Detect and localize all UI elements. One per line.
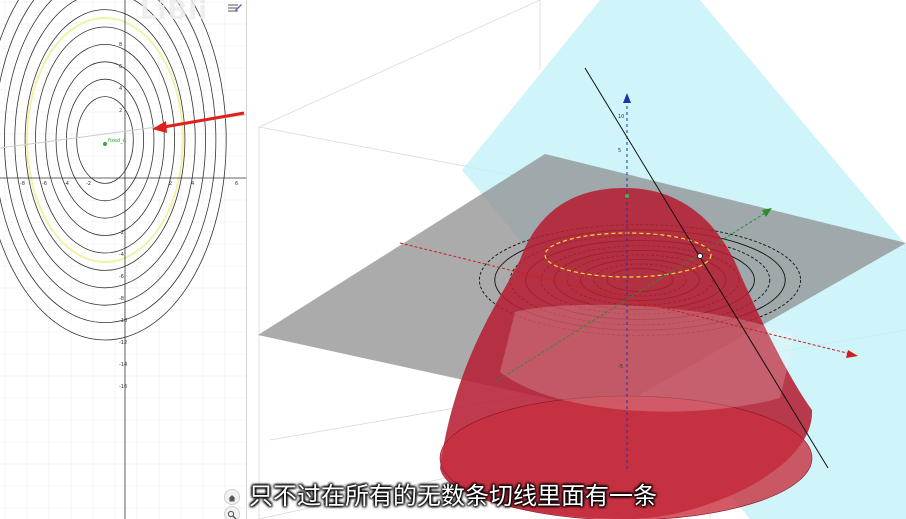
x-tick-label: 6 — [235, 181, 238, 187]
apex-point — [625, 194, 629, 198]
svg-text:10: 10 — [618, 114, 624, 120]
video-subtitle: 只不过在所有的无数条切线里面有一条 — [249, 482, 657, 510]
x-tick-label: -4 — [64, 181, 69, 187]
level-curve — [45, 44, 165, 236]
tangent-point — [697, 253, 703, 259]
contour-plot[interactable]: -8 -6 -4 -2 2 4 6 8 6 4 2 -2 -4 -6 -8 -10 -12 -14 -16 fix… — [0, 0, 246, 519]
x-tick-label: -2 — [86, 181, 91, 187]
fixed-point — [103, 142, 107, 146]
y-tick-label: -16 — [119, 384, 127, 390]
y-tick-label: 8 — [119, 42, 122, 48]
y-tick-label: -2 — [119, 230, 124, 236]
level-curve — [0, 0, 227, 341]
svg-text:5: 5 — [618, 148, 621, 154]
watermark-logo: LiBli — [140, 0, 209, 26]
y-tick-label: 2 — [119, 108, 122, 114]
point-label: fixed_A — [108, 138, 127, 144]
x-tick-label: -6 — [42, 181, 47, 187]
graphics-2d-view[interactable]: -8 -6 -4 -2 2 4 6 8 6 4 2 -2 -4 -6 -8 -10 -12 -14 -16 fix… — [0, 0, 246, 519]
scene-3d[interactable]: 10 5 -5 — [247, 0, 906, 519]
x-tick-label: 4 — [191, 181, 194, 187]
y-tick-label: -10 — [119, 318, 127, 324]
y-tick-label: 6 — [119, 64, 122, 70]
x-tick-label: -8 — [20, 181, 25, 187]
annotation-arrow — [163, 111, 245, 129]
y-tick-label: -14 — [119, 362, 127, 368]
y-tick-label: 4 — [119, 86, 122, 92]
y-tick-label: -8 — [119, 296, 124, 302]
y-tick-label: -6 — [119, 274, 124, 280]
y-tick-label: -12 — [119, 340, 127, 346]
graphics-menu-icon[interactable] — [224, 0, 244, 14]
highlight-ellipse — [26, 17, 184, 263]
y-tick-label: -4 — [119, 252, 124, 258]
level-curve — [65, 78, 145, 202]
svg-text:-5: -5 — [618, 364, 623, 370]
graphics-3d-view[interactable]: 10 5 -5 — [247, 0, 906, 519]
x-tick-label: 2 — [169, 181, 172, 187]
